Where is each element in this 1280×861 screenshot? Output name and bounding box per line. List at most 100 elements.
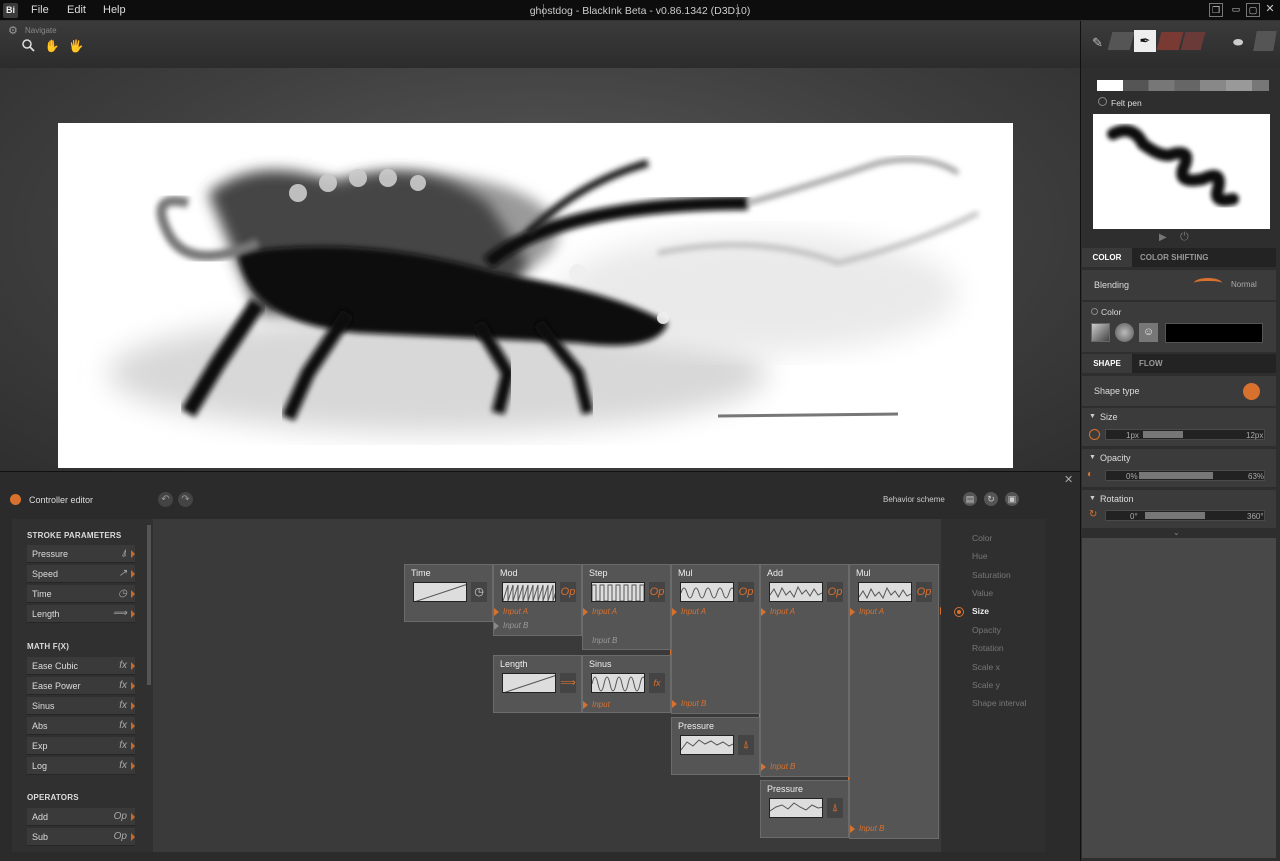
target-rotation[interactable]: Rotation bbox=[972, 643, 1004, 653]
color-swatch[interactable] bbox=[1165, 323, 1263, 343]
node-input-a[interactable]: Input A bbox=[503, 607, 528, 616]
expand-more-icon[interactable]: ⌄ bbox=[1173, 528, 1180, 537]
brush-name-dropdown-icon[interactable] bbox=[1098, 97, 1107, 106]
palette-item-sub[interactable]: Sub Op bbox=[27, 828, 135, 846]
felt-pen-brush-icon[interactable]: ✒ bbox=[1134, 30, 1156, 52]
collapse-opacity-icon[interactable]: ▼ bbox=[1089, 454, 1096, 461]
node-input-b[interactable]: Input B bbox=[681, 699, 706, 708]
target-scale-y[interactable]: Scale y bbox=[972, 680, 1000, 690]
minimize-icon[interactable]: ▭ bbox=[1229, 3, 1243, 17]
open-scheme-icon[interactable]: ▤ bbox=[963, 492, 977, 506]
panel-empty-area bbox=[1082, 538, 1276, 858]
palette-item-ease-power[interactable]: Ease Power fx bbox=[27, 677, 135, 695]
pencil-brush-icon[interactable]: ✎ bbox=[1092, 35, 1103, 51]
palette-scrollbar[interactable] bbox=[147, 525, 151, 685]
rotation-controller-icon[interactable]: ↻ bbox=[1089, 509, 1097, 520]
collapse-size-icon[interactable]: ▼ bbox=[1089, 413, 1096, 420]
fx-icon: fx bbox=[649, 673, 665, 693]
zoom-icon[interactable] bbox=[20, 38, 36, 54]
maximize-icon[interactable]: ▢ bbox=[1246, 3, 1260, 17]
target-color[interactable]: Color bbox=[972, 533, 992, 543]
target-opacity[interactable]: Opacity bbox=[972, 625, 1001, 635]
collapse-rotation-icon[interactable]: ▼ bbox=[1089, 495, 1096, 502]
blending-dropdown[interactable]: Normal bbox=[1231, 280, 1257, 289]
restore-icon[interactable]: ❐ bbox=[1209, 3, 1223, 17]
palette-item-time[interactable]: Time ◷ bbox=[27, 585, 135, 603]
palette-item-add[interactable]: Add Op bbox=[27, 808, 135, 826]
color-picker-icon[interactable] bbox=[1091, 323, 1110, 342]
size-controller-icon[interactable] bbox=[1089, 429, 1100, 440]
palette-item-label: Log bbox=[32, 761, 48, 771]
color-radio-icon[interactable] bbox=[1091, 308, 1098, 315]
menu-help[interactable]: Help bbox=[103, 4, 126, 16]
face-icon[interactable]: ☺ bbox=[1139, 323, 1158, 342]
color-wheel-icon[interactable] bbox=[1115, 323, 1134, 342]
pressure-icon: ⍋ bbox=[827, 798, 843, 818]
target-shape-interval[interactable]: Shape interval bbox=[972, 698, 1026, 708]
navigate-gear-icon[interactable]: ⚙ bbox=[8, 24, 18, 37]
undo-icon[interactable]: ↶ bbox=[158, 492, 173, 507]
opacity-controller-icon[interactable]: ◐ bbox=[1087, 469, 1093, 480]
node-input-b[interactable]: Input B bbox=[592, 636, 617, 645]
target-scale-x[interactable]: Scale x bbox=[972, 662, 1000, 672]
node-length[interactable]: Length ⟹ bbox=[493, 655, 582, 713]
play-preview-icon[interactable]: ▶ bbox=[1159, 232, 1167, 243]
node-input-b[interactable]: Input B bbox=[770, 762, 795, 771]
op-icon: Op bbox=[113, 831, 127, 842]
round-shape-icon[interactable] bbox=[1243, 383, 1260, 400]
node-input-b[interactable]: Input B bbox=[859, 824, 884, 833]
palette-item-abs[interactable]: Abs fx bbox=[27, 717, 135, 735]
palette-item-pressure[interactable]: Pressure ⍋ bbox=[27, 545, 135, 563]
target-size[interactable]: Size bbox=[972, 606, 989, 616]
node-mul-2[interactable]: Mul Op Input A Input B bbox=[849, 564, 939, 839]
palette-item-length[interactable]: Length ⟹ bbox=[27, 605, 135, 623]
blending-label: Blending bbox=[1094, 280, 1130, 290]
refresh-scheme-icon[interactable]: ↻ bbox=[984, 492, 998, 506]
node-input-a[interactable]: Input A bbox=[770, 607, 795, 616]
node-step[interactable]: Step Op Input A Input B bbox=[582, 564, 671, 650]
redo-icon[interactable]: ↷ bbox=[178, 492, 193, 507]
hand-icon[interactable]: ✋ bbox=[44, 38, 60, 54]
output-arrow-icon bbox=[131, 610, 135, 618]
menu-edit[interactable]: Edit bbox=[67, 4, 86, 16]
menu-file[interactable]: File bbox=[31, 4, 49, 16]
node-time[interactable]: Time ◷ bbox=[404, 564, 493, 622]
node-pressure-1[interactable]: Pressure ⍋ bbox=[671, 717, 760, 775]
tab-flow[interactable]: FLOW bbox=[1139, 359, 1163, 368]
texture-brush-icon[interactable] bbox=[1253, 31, 1277, 51]
palette-item-sinus[interactable]: Sinus fx bbox=[27, 697, 135, 715]
brush-variant-strip[interactable] bbox=[1097, 80, 1269, 91]
node-title: Mul bbox=[856, 568, 871, 578]
target-saturation[interactable]: Saturation bbox=[972, 570, 1011, 580]
tab-shape[interactable]: SHAPE bbox=[1082, 354, 1132, 373]
node-add[interactable]: Add Op Input A Input B bbox=[760, 564, 849, 777]
save-scheme-icon[interactable]: ▣ bbox=[1005, 492, 1019, 506]
power-icon[interactable]: ⏻ bbox=[1180, 231, 1189, 244]
node-sinus[interactable]: Sinus fx Input bbox=[582, 655, 671, 713]
node-title: Length bbox=[500, 659, 528, 669]
node-input-a[interactable]: Input A bbox=[681, 607, 706, 616]
tab-color-shifting[interactable]: COLOR SHIFTING bbox=[1140, 253, 1208, 262]
node-input-a[interactable]: Input A bbox=[592, 607, 617, 616]
target-hue[interactable]: Hue bbox=[972, 551, 988, 561]
node-input-b[interactable]: Input B bbox=[503, 621, 528, 630]
fx-icon: fx bbox=[119, 660, 127, 671]
close-controller-icon[interactable]: ✕ bbox=[1064, 473, 1073, 486]
target-value[interactable]: Value bbox=[972, 588, 993, 598]
rotation-slider[interactable] bbox=[1105, 510, 1265, 521]
palette-item-ease-cubic[interactable]: Ease Cubic fx bbox=[27, 657, 135, 675]
palette-item-log[interactable]: Log fx bbox=[27, 757, 135, 775]
close-icon[interactable]: ✕ bbox=[1263, 3, 1277, 17]
tab-color[interactable]: COLOR bbox=[1082, 248, 1132, 267]
palette-item-speed[interactable]: Speed ↗ bbox=[27, 565, 135, 583]
node-input-a[interactable]: Input A bbox=[859, 607, 884, 616]
node-input[interactable]: Input bbox=[592, 700, 610, 709]
artboard[interactable] bbox=[58, 123, 1013, 468]
node-mul-1[interactable]: Mul Op Input A Input B bbox=[671, 564, 760, 714]
node-mod[interactable]: Mod Op Input A Input B bbox=[493, 564, 582, 636]
palette-item-exp[interactable]: Exp fx bbox=[27, 737, 135, 755]
rotate-hand-icon[interactable]: 🖐 bbox=[68, 38, 84, 54]
opacity-min: 0% bbox=[1126, 472, 1138, 481]
eraser-icon[interactable]: ⬬ bbox=[1233, 35, 1243, 50]
node-pressure-2[interactable]: Pressure ⍋ bbox=[760, 780, 849, 838]
